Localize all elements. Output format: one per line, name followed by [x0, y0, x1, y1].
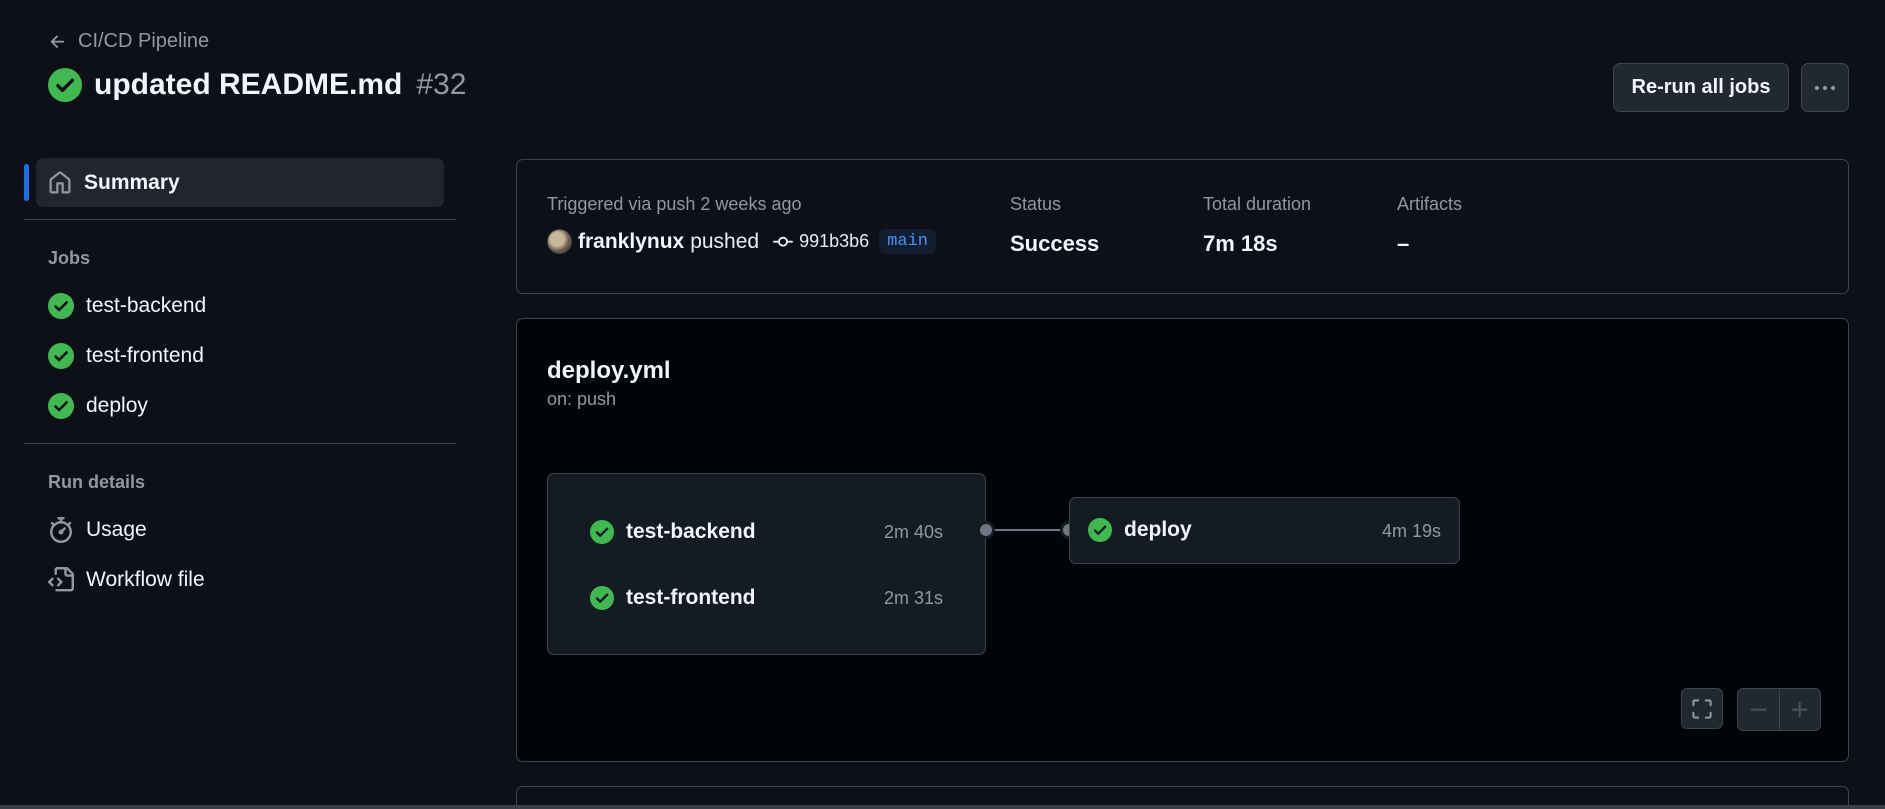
- actor-link[interactable]: franklynux: [578, 230, 684, 254]
- workflow-trigger: on: push: [547, 389, 617, 409]
- graph-job-duration: 2m 40s: [883, 522, 943, 542]
- status-info: Status Success: [1010, 194, 1099, 257]
- connector-dot: [977, 521, 995, 539]
- duration-label: Total duration: [1203, 194, 1312, 214]
- check-circle-fill-icon: [48, 393, 74, 419]
- duration-value: 7m 18s: [1203, 231, 1278, 256]
- sidebar-divider: [24, 219, 456, 220]
- window-bottom-edge: [0, 805, 1885, 809]
- graph-job-duration: 4m 19s: [1381, 521, 1441, 541]
- workflow-file-label: Workflow file: [86, 568, 205, 591]
- trigger-info: Triggered via push 2 weeks ago franklynu…: [547, 194, 936, 254]
- trigger-row: franklynux pushed 991b3b6 main: [547, 229, 936, 254]
- status-value: Success: [1010, 231, 1100, 256]
- duration-info: Total duration 7m 18s: [1203, 194, 1311, 257]
- commit-sha: 991b3b6: [799, 231, 870, 251]
- home-icon: [49, 170, 71, 193]
- sidebar-summary-label: Summary: [84, 170, 180, 194]
- graph-job-duration: 2m 31s: [883, 588, 943, 608]
- arrow-left-icon: [50, 34, 65, 48]
- graph-job-name: test-backend: [626, 520, 756, 543]
- check-circle-fill-icon: [48, 343, 74, 369]
- check-circle-fill-icon: [1088, 518, 1112, 542]
- sidebar-item-summary[interactable]: Summary: [24, 158, 444, 207]
- back-to-workflow-link[interactable]: CI/CD Pipeline: [48, 30, 209, 53]
- run-title: updated README.md: [94, 68, 403, 101]
- run-info-card: Triggered via push 2 weeks ago franklynu…: [516, 159, 1849, 294]
- artifacts-label: Artifacts: [1397, 194, 1463, 214]
- sidebar-item-job[interactable]: test-frontend: [24, 331, 456, 381]
- workflow-run-page: CI/CD Pipeline updated README.md #32 Re-…: [0, 0, 1885, 809]
- job-label: test-backend: [86, 294, 207, 317]
- git-commit-icon: [773, 236, 794, 247]
- sidebar-item-job[interactable]: test-backend: [24, 281, 456, 331]
- sidebar-item-usage[interactable]: Usage: [24, 505, 456, 555]
- branch-tag[interactable]: main: [879, 229, 936, 254]
- graph-job-node[interactable]: test-backend: [590, 520, 756, 544]
- kebab-horizontal-icon: [1814, 85, 1836, 90]
- stopwatch-icon: [50, 517, 72, 543]
- check-circle-fill-icon: [48, 68, 82, 102]
- run-details-heading: Run details: [48, 472, 146, 492]
- graph-job-node: deploy: [1088, 518, 1192, 542]
- status-label: Status: [1010, 194, 1062, 214]
- sidebar-divider: [24, 443, 456, 444]
- sidebar-item-workflow-file[interactable]: Workflow file: [24, 555, 456, 605]
- run-sidebar: Summary Jobs test-backend test-frontend …: [24, 158, 456, 605]
- graph-job-node[interactable]: test-frontend: [590, 586, 756, 610]
- jobs-heading: Jobs: [48, 248, 91, 268]
- avatar[interactable]: [547, 229, 572, 254]
- check-circle-fill-icon: [590, 520, 614, 544]
- check-circle-fill-icon: [48, 293, 74, 319]
- zoom-in-button[interactable]: [1779, 689, 1820, 730]
- artifacts-info: Artifacts –: [1397, 194, 1462, 257]
- workflow-file-name: deploy.yml: [547, 357, 671, 384]
- sidebar-item-job[interactable]: deploy: [24, 381, 456, 431]
- check-circle-fill-icon: [590, 586, 614, 610]
- fullscreen-button[interactable]: [1681, 688, 1723, 729]
- graph-job-name: deploy: [1124, 518, 1192, 541]
- action-text: pushed: [690, 229, 760, 253]
- minus-icon: [1750, 708, 1767, 711]
- job-label: test-frontend: [86, 344, 204, 367]
- job-label: deploy: [86, 394, 148, 417]
- run-number: #32: [416, 68, 467, 101]
- trigger-label: Triggered via push 2 weeks ago: [547, 194, 802, 214]
- more-options-button[interactable]: [1801, 63, 1849, 112]
- job-group: test-backend 2m 40s test-frontend 2m 31s: [547, 473, 986, 655]
- graph-job-deploy[interactable]: deploy 4m 19s: [1069, 497, 1460, 564]
- rerun-all-jobs-button[interactable]: Re-run all jobs: [1613, 63, 1789, 112]
- artifacts-value: –: [1397, 231, 1410, 256]
- usage-label: Usage: [86, 518, 147, 541]
- workflow-graph-card: deploy.yml on: push test-backend 2m 40s …: [516, 318, 1849, 762]
- jobs-list: test-backend test-frontend deploy: [24, 281, 456, 431]
- back-link-label: CI/CD Pipeline: [78, 30, 210, 52]
- job-connector: [987, 529, 1069, 531]
- file-code-icon: [48, 567, 74, 592]
- screen-full-icon: [1692, 698, 1712, 719]
- graph-zoom-controls: [1681, 688, 1821, 731]
- plus-icon: [1791, 701, 1808, 718]
- zoom-out-button[interactable]: [1738, 689, 1779, 730]
- graph-job-name: test-frontend: [626, 586, 756, 609]
- zoom-button-group: [1737, 688, 1821, 731]
- commit-link[interactable]: 991b3b6: [773, 231, 869, 252]
- run-title-row: updated README.md #32: [48, 68, 466, 102]
